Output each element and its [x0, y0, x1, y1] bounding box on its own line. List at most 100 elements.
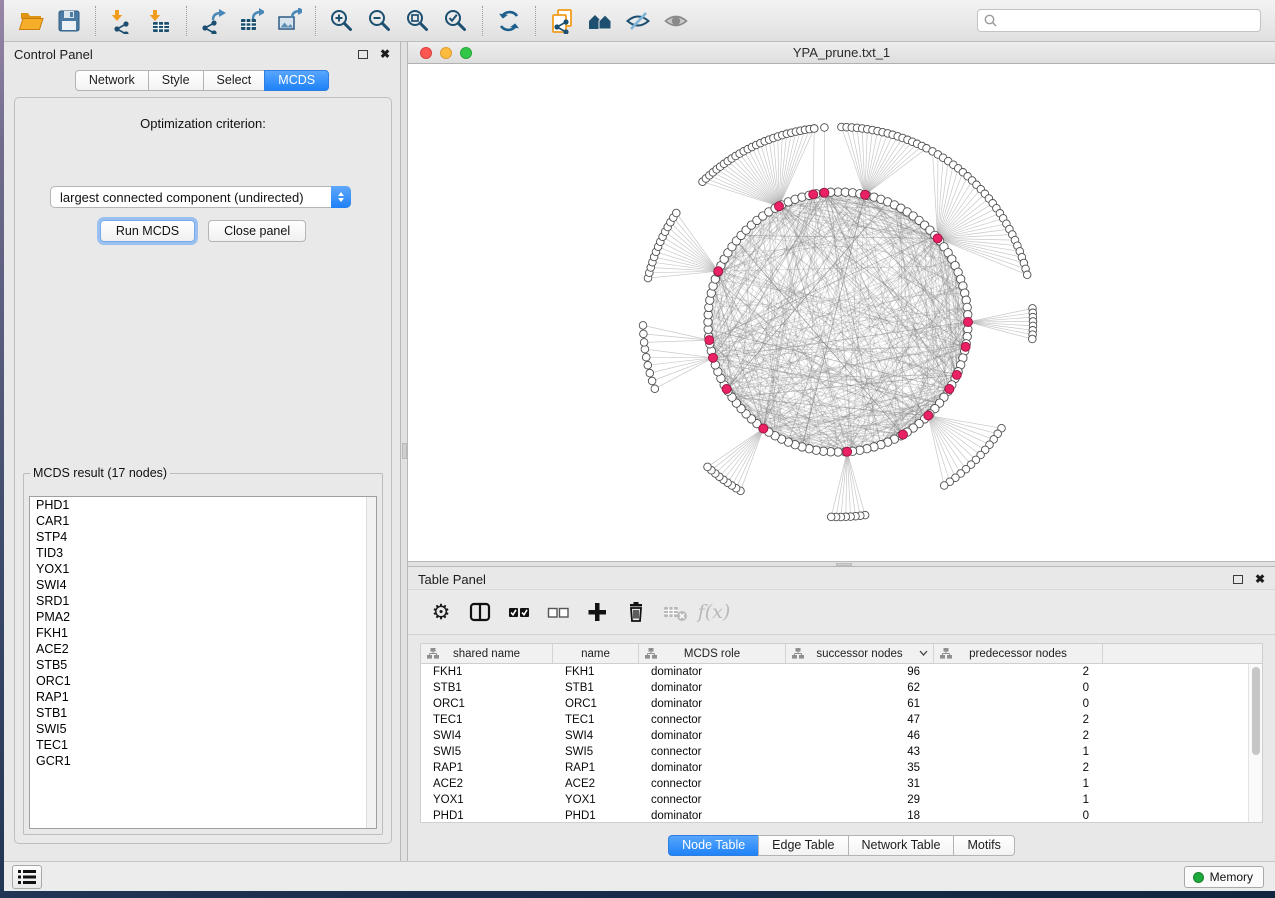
network-leaf-node[interactable]	[640, 330, 648, 338]
table-cell[interactable]: connector	[639, 744, 786, 760]
table-cell[interactable]: ACE2	[421, 776, 553, 792]
hide-graphics-details-button[interactable]	[619, 3, 657, 39]
float-table-panel-icon[interactable]	[1233, 575, 1243, 584]
zoom-selected-button[interactable]	[437, 3, 475, 39]
mcds-list-scrollbar[interactable]	[366, 497, 376, 828]
show-graphics-details-button[interactable]	[657, 3, 695, 39]
run-mcds-button[interactable]: Run MCDS	[100, 220, 195, 242]
network-leaf-node[interactable]	[1029, 335, 1037, 343]
table-cell[interactable]: 0	[934, 696, 1103, 712]
table-cell[interactable]: YOX1	[553, 792, 639, 808]
table-cell[interactable]: YOX1	[421, 792, 553, 808]
table-cell[interactable]: SWI4	[553, 728, 639, 744]
mcds-hub-node[interactable]	[945, 385, 954, 394]
tab-style[interactable]: Style	[148, 70, 204, 91]
tab-network-table[interactable]: Network Table	[848, 835, 955, 856]
table-cell[interactable]: 18	[786, 808, 934, 824]
column-header-predecessor-nodes[interactable]: predecessor nodes	[934, 644, 1103, 663]
network-leaf-node[interactable]	[673, 209, 681, 217]
table-cell[interactable]: SWI5	[553, 744, 639, 760]
mcds-hub-node[interactable]	[809, 190, 818, 199]
mcds-result-item[interactable]: RAP1	[30, 689, 376, 705]
maximize-window-icon[interactable]	[460, 47, 472, 59]
open-file-button[interactable]	[12, 3, 50, 39]
mcds-result-item[interactable]: CAR1	[30, 513, 376, 529]
mcds-result-item[interactable]: PHD1	[30, 497, 376, 513]
table-cell[interactable]: RAP1	[421, 760, 553, 776]
network-leaf-node[interactable]	[810, 125, 818, 133]
table-cell[interactable]: 0	[934, 680, 1103, 696]
table-cell[interactable]: 43	[786, 744, 934, 760]
network-overview-button[interactable]	[581, 3, 619, 39]
table-cell[interactable]: STB1	[553, 680, 639, 696]
settings-button[interactable]: ⚙	[426, 596, 456, 628]
mcds-result-item[interactable]: PMA2	[30, 609, 376, 625]
table-row[interactable]: ORC1ORC1dominator610	[421, 696, 1262, 712]
table-row[interactable]: TEC1TEC1connector472	[421, 712, 1262, 728]
table-cell[interactable]: TEC1	[421, 712, 553, 728]
column-header-MCDS-role[interactable]: MCDS role	[639, 644, 786, 663]
clone-network-button[interactable]	[543, 3, 581, 39]
network-leaf-node[interactable]	[646, 369, 654, 377]
table-cell[interactable]: connector	[639, 792, 786, 808]
search-input[interactable]	[1001, 14, 1254, 28]
panel-toggle-button[interactable]	[12, 865, 42, 889]
tab-node-table[interactable]: Node Table	[668, 835, 759, 856]
import-table-button[interactable]	[141, 3, 179, 39]
mcds-hub-node[interactable]	[843, 447, 852, 456]
table-cell[interactable]: SWI4	[421, 728, 553, 744]
column-chooser-button[interactable]	[465, 596, 495, 628]
table-cell[interactable]: 1	[934, 744, 1103, 760]
export-network-button[interactable]	[194, 3, 232, 39]
mcds-hub-node[interactable]	[899, 430, 908, 439]
table-cell[interactable]: dominator	[639, 664, 786, 680]
mcds-hub-node[interactable]	[961, 342, 970, 351]
mcds-result-item[interactable]: TID3	[30, 545, 376, 561]
network-leaf-node[interactable]	[640, 339, 648, 347]
zoom-fit-button[interactable]	[399, 3, 437, 39]
mcds-hub-node[interactable]	[775, 202, 784, 211]
mcds-hub-node[interactable]	[964, 318, 973, 327]
table-cell[interactable]: 46	[786, 728, 934, 744]
table-row[interactable]: SWI4SWI4dominator462	[421, 728, 1262, 744]
table-row[interactable]: YOX1YOX1connector291	[421, 792, 1262, 808]
table-cell[interactable]: 31	[786, 776, 934, 792]
table-cell[interactable]: connector	[639, 712, 786, 728]
select-all-button[interactable]	[504, 596, 534, 628]
zoom-out-button[interactable]	[361, 3, 399, 39]
table-cell[interactable]: SWI5	[421, 744, 553, 760]
table-scrollbar-thumb[interactable]	[1252, 667, 1260, 755]
table-cell[interactable]: dominator	[639, 808, 786, 824]
table-cell[interactable]: 2	[934, 712, 1103, 728]
close-panel-icon[interactable]: ✖	[380, 49, 390, 59]
table-cell[interactable]: FKH1	[421, 664, 553, 680]
network-leaf-node[interactable]	[642, 353, 650, 361]
table-cell[interactable]: dominator	[639, 696, 786, 712]
table-cell[interactable]: PHD1	[421, 808, 553, 824]
mcds-hub-node[interactable]	[705, 336, 714, 345]
network-leaf-node[interactable]	[940, 482, 948, 490]
network-leaf-node[interactable]	[827, 513, 835, 521]
network-leaf-node[interactable]	[704, 463, 712, 471]
table-cell[interactable]: 29	[786, 792, 934, 808]
network-leaf-node[interactable]	[821, 124, 829, 132]
tab-motifs[interactable]: Motifs	[953, 835, 1014, 856]
table-cell[interactable]: dominator	[639, 680, 786, 696]
mcds-hub-node[interactable]	[933, 234, 942, 243]
tab-select[interactable]: Select	[203, 70, 266, 91]
memory-button[interactable]: Memory	[1184, 866, 1264, 888]
close-panel-button[interactable]: Close panel	[208, 220, 306, 242]
vertical-splitter-grip[interactable]	[402, 443, 407, 459]
float-panel-icon[interactable]	[358, 50, 368, 59]
mcds-hub-node[interactable]	[861, 190, 870, 199]
mcds-hub-node[interactable]	[820, 188, 829, 197]
table-cell[interactable]: PHD1	[553, 808, 639, 824]
mcds-result-item[interactable]: SWI4	[30, 577, 376, 593]
network-leaf-node[interactable]	[639, 322, 647, 330]
tab-network[interactable]: Network	[75, 70, 149, 91]
table-row[interactable]: PHD1PHD1dominator180	[421, 808, 1262, 824]
table-cell[interactable]: ORC1	[553, 696, 639, 712]
network-leaf-node[interactable]	[1023, 271, 1031, 279]
mcds-result-item[interactable]: TEC1	[30, 737, 376, 753]
table-cell[interactable]: 2	[934, 728, 1103, 744]
